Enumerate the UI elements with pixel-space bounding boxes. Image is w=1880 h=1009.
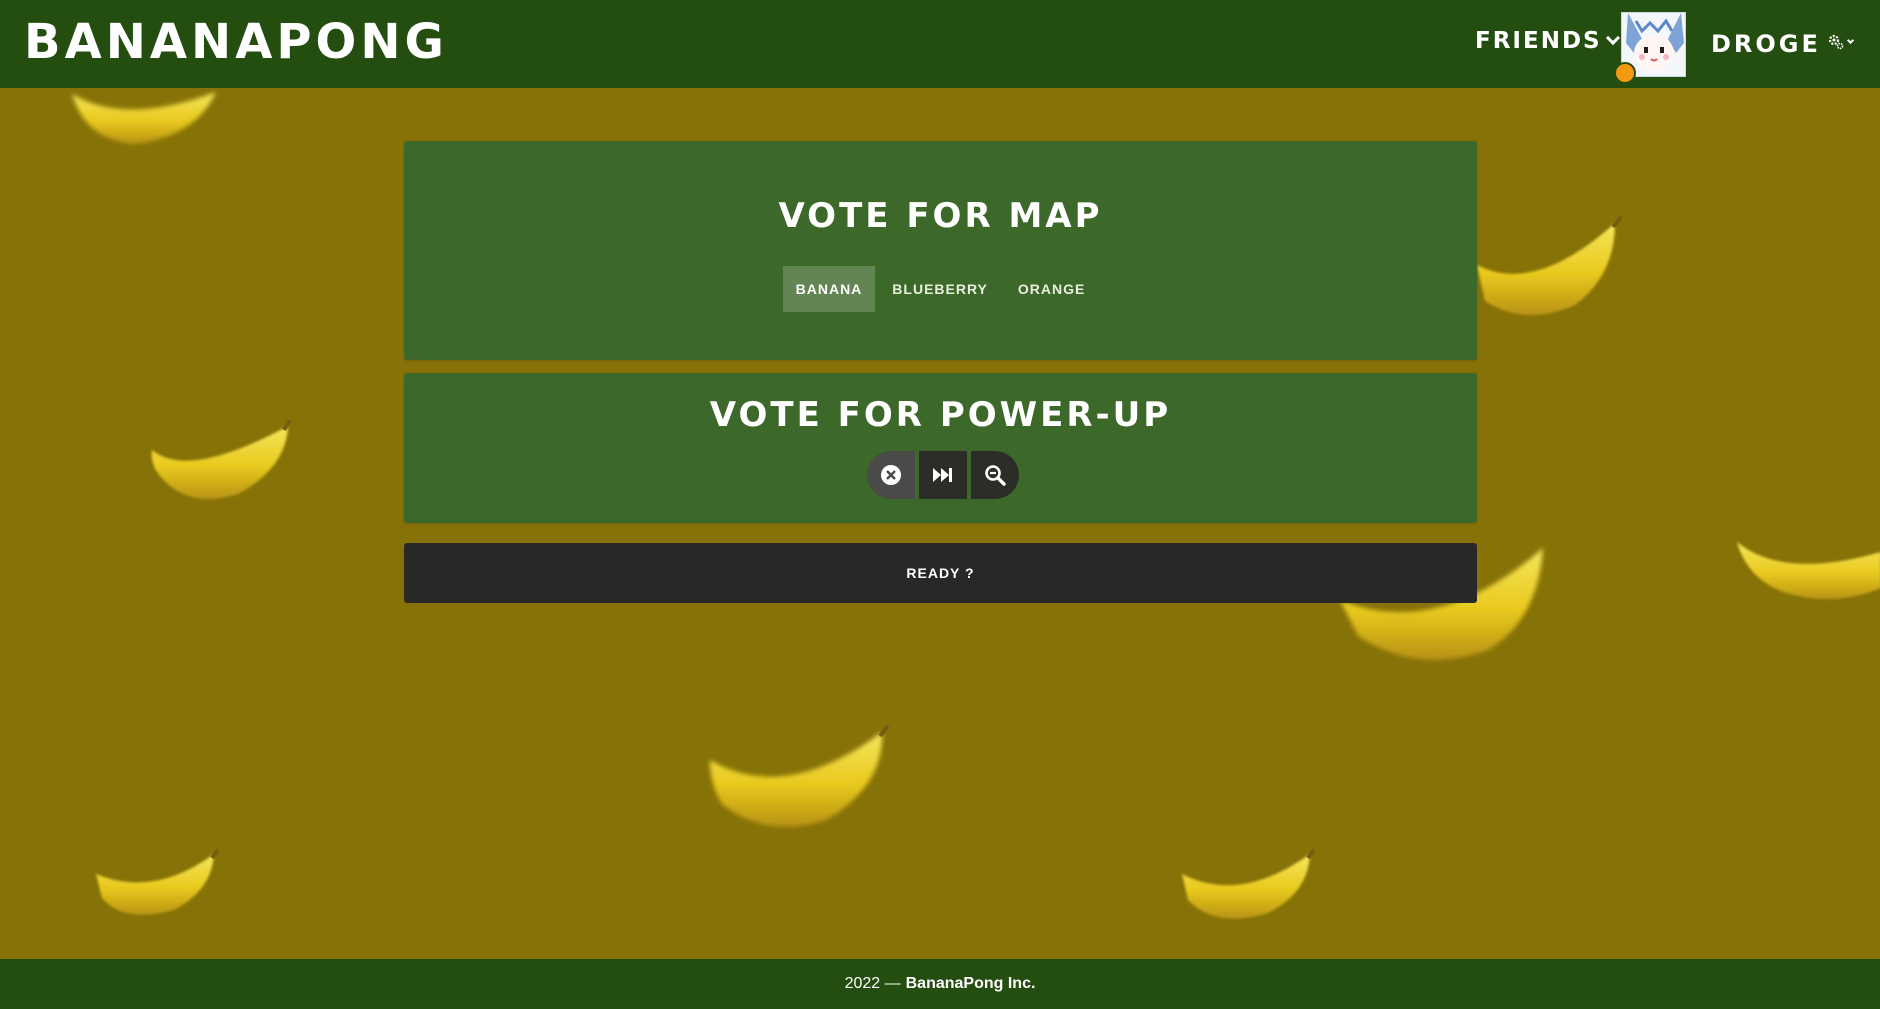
fast-forward-icon: [932, 468, 952, 482]
powerup-vote-title: VOTE FOR POWER-UP: [709, 395, 1172, 435]
banana-decoration: [1737, 542, 1880, 600]
friends-label: FRIENDS: [1475, 28, 1602, 54]
banana-decoration: [710, 724, 890, 827]
banana-decoration: [96, 848, 220, 915]
powerup-zoom-button[interactable]: [970, 451, 1019, 499]
online-status-dot: [1614, 62, 1636, 84]
banana-decoration: [1477, 215, 1623, 316]
map-options: BANANA BLUEBERRY ORANGE: [404, 266, 1477, 312]
map-option-blueberry[interactable]: BLUEBERRY: [879, 266, 1001, 312]
banana-decoration: [72, 92, 216, 144]
powerup-speed-button[interactable]: [918, 451, 967, 499]
footer: 2022 — BananaPong Inc.: [0, 959, 1880, 1009]
close-circle-icon: [880, 465, 901, 485]
map-vote-panel: VOTE FOR MAP BANANA BLUEBERRY ORANGE: [404, 141, 1477, 360]
settings-dropdown[interactable]: [1828, 34, 1855, 50]
username[interactable]: DROGE: [1711, 30, 1821, 58]
chevron-down-icon: [1605, 30, 1620, 46]
map-option-banana[interactable]: BANANA: [782, 266, 876, 312]
top-navbar: BANANAPONG FRIENDS DROGE: [0, 0, 1880, 88]
friends-dropdown[interactable]: FRIENDS: [1475, 28, 1620, 54]
zoom-out-icon: [984, 465, 1006, 486]
powerup-options: [408, 451, 1477, 499]
banana-decoration: [1182, 848, 1316, 919]
map-option-orange[interactable]: ORANGE: [1005, 266, 1098, 312]
map-vote-title: VOTE FOR MAP: [778, 196, 1103, 236]
footer-year: 2022 —: [844, 975, 901, 992]
chevron-down-icon: [1846, 36, 1855, 45]
ready-button[interactable]: READY ?: [404, 543, 1477, 603]
powerup-vote-panel: VOTE FOR POWER-UP: [404, 373, 1477, 523]
brand-logo[interactable]: BANANAPONG: [24, 14, 448, 70]
footer-company: BananaPong Inc.: [905, 975, 1036, 992]
gear-icon: [1828, 34, 1844, 50]
powerup-none-button[interactable]: [866, 451, 915, 499]
banana-decoration: [151, 420, 292, 500]
